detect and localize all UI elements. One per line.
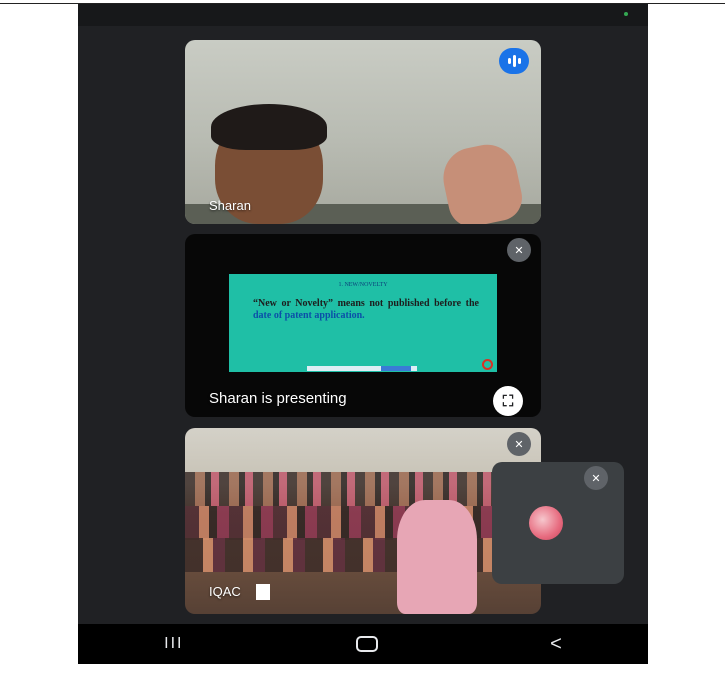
mic-off-icon[interactable]: ✕ [507,432,531,456]
mic-off-icon[interactable]: ✕ [507,238,531,262]
avatar [529,506,563,540]
home-button[interactable] [355,636,378,652]
speaking-indicator-icon[interactable] [499,48,529,74]
fullscreen-icon[interactable]: ⛶ [493,386,523,416]
presenting-label: Sharan is presenting [209,390,347,407]
participant-name: Sharan [209,198,251,213]
video-person [397,500,477,614]
slide-body-highlight: date of patent application. [253,310,365,321]
video-crowd-row [185,538,541,572]
slide-body-text: “New or Novelty” means not published bef… [253,298,479,309]
video-hand [437,139,527,224]
label-tag [256,584,270,600]
status-indicator-dot [624,12,628,16]
recent-apps-button[interactable]: III [164,635,183,653]
navigation-bar: III < [78,624,648,664]
mic-off-icon[interactable]: ✕ [584,466,608,490]
participant-tile-iqac[interactable]: ✕ IQAC [185,428,541,614]
video-crowd-row [185,472,541,506]
video-hair [211,104,327,150]
back-button[interactable]: < [550,633,562,656]
video-crowd-row [185,506,541,540]
self-view-tile[interactable]: ✕ [492,462,624,584]
slide-body: “New or Novelty” means not published bef… [253,298,479,322]
slide-title: 1. NEW/NOVELTY [338,282,388,288]
presentation-tile[interactable]: ✕ 1. NEW/NOVELTY “New or Novelty” means … [185,234,541,417]
record-icon [482,359,493,370]
status-bar [78,4,648,26]
meeting-screen: Sharan ✕ 1. NEW/NOVELTY “New or Novelty”… [78,4,648,664]
participant-name: IQAC [209,584,241,599]
presentation-slide: 1. NEW/NOVELTY “New or Novelty” means no… [229,274,497,372]
slide-toolbar [307,366,417,371]
participant-tile-sharan[interactable]: Sharan [185,40,541,224]
